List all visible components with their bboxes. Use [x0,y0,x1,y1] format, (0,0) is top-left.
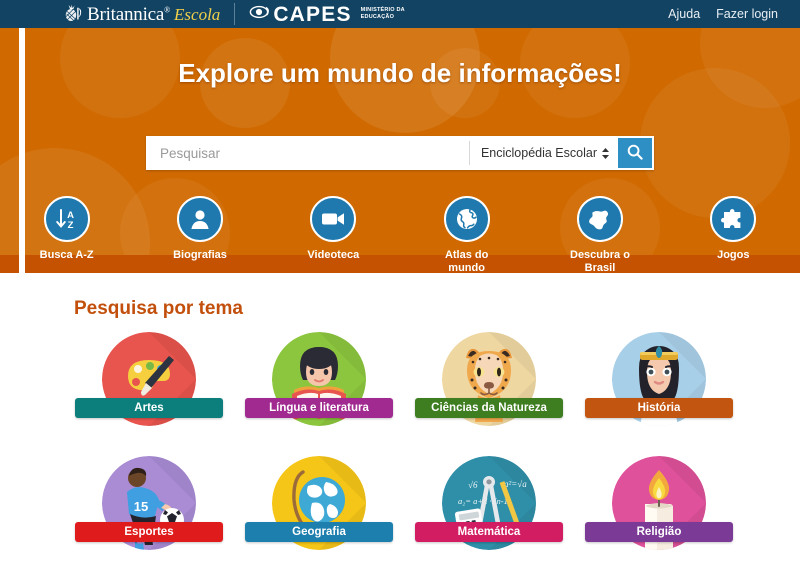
hero-banner: Explore um mundo de informações! Enciclo… [0,28,800,273]
topic-card-lingua-literatura[interactable]: Língua e literatura [234,332,404,430]
topic-grid: Artes Língua e literatura Ciências da Na… [64,332,744,554]
capes-logo[interactable]: CAPES MINISTÉRIO DA EDUCAÇÃO [249,4,405,25]
search-scope-label: Enciclopédia Escolar [480,146,597,160]
topics-heading: Pesquisa por tema [74,298,243,319]
top-header-bar: Britannica® Escola CAPES MINISTÉRIO DA E… [0,0,800,28]
quicknav-item-busca-az[interactable]: A Z Busca A-Z [0,196,133,273]
topic-label: Ciências da Natureza [415,398,563,418]
search-button[interactable] [618,138,652,168]
top-nav: Ajuda Fazer login [668,7,778,21]
svg-text:a²=√a: a²=√a [504,479,527,489]
britannica-thistle-icon [63,3,85,25]
page-title: Explore um mundo de informações! [178,58,622,88]
quicknav-label: Biografias [173,249,227,261]
video-camera-icon [310,196,357,242]
globe-icon [443,196,490,242]
svg-text:Z: Z [67,220,73,231]
topic-row: Artes Língua e literatura Ciências da Na… [64,332,744,430]
topic-card-ciencias[interactable]: Ciências da Natureza [404,332,574,430]
topic-card-historia[interactable]: História [574,332,744,430]
topic-card-esportes[interactable]: 15 Esportes [64,456,234,554]
puzzle-piece-icon [710,196,757,242]
quicknav-label: Descubra o Brasil [570,248,630,274]
capes-eye-icon [249,4,271,25]
login-link[interactable]: Fazer login [716,7,778,21]
search-bar: Enciclopédia Escolar [146,136,654,170]
quicknav-item-videoteca[interactable]: Videoteca [267,196,400,273]
svg-text:15: 15 [134,499,148,514]
quicknav-label: Atlas do mundo [444,248,489,274]
chevron-updown-icon [602,147,609,159]
escola-wordmark: Escola [174,4,221,24]
logo-divider [234,3,236,25]
topic-card-artes[interactable]: Artes [64,332,234,430]
topic-label: Matemática [415,522,563,542]
quicknav-item-atlas[interactable]: Atlas do mundo [400,196,533,273]
britannica-wordmark: Britannica® [87,3,171,25]
search-input[interactable] [146,136,469,170]
quicknav-label: Videoteca [307,249,360,261]
ministry-label: MINISTÉRIO DA EDUCAÇÃO [360,7,405,20]
topic-label: Esportes [75,522,223,542]
topic-card-geografia[interactable]: Geografia [234,456,404,554]
topic-card-matematica[interactable]: √6 a²=√a a₂= a+d · (n-1) Matemática [404,456,574,554]
person-icon [176,196,223,242]
quicknav-label: Jogos [717,249,750,261]
brand-logo[interactable]: Britannica® Escola [63,0,220,28]
quicknav-label: Busca A-Z [39,249,94,261]
quick-nav: A Z Busca A-Z Biografias Videoteca Atlas… [0,196,800,273]
topic-label: Religião [585,522,733,542]
search-icon [627,144,643,163]
topic-card-religiao[interactable]: Religião [574,456,744,554]
help-link[interactable]: Ajuda [668,7,700,21]
quicknav-item-descubra-brasil[interactable]: Descubra o Brasil [533,196,666,273]
brazil-map-icon [576,196,623,242]
topic-label: Língua e literatura [245,398,393,418]
capes-wordmark: CAPES [273,2,352,26]
quicknav-item-jogos[interactable]: Jogos [667,196,800,273]
sort-az-icon: A Z [43,196,90,242]
topic-label: Artes [75,398,223,418]
topic-label: História [585,398,733,418]
svg-text:√6: √6 [468,480,478,490]
search-scope-select[interactable]: Enciclopédia Escolar [470,136,618,170]
topic-label: Geografia [245,522,393,542]
topic-row: 15 Esportes Geografia √6 a²=√a a₂= a+d ·… [64,456,744,554]
quicknav-item-biografias[interactable]: Biografias [133,196,266,273]
